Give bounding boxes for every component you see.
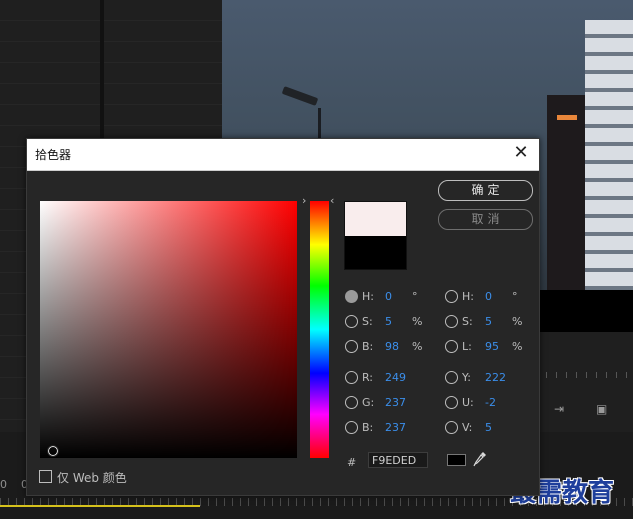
building-light — [557, 115, 577, 120]
param-label: R: — [362, 371, 374, 384]
param-value-input[interactable]: 0 — [485, 289, 492, 305]
param-value-input[interactable]: 5 — [385, 314, 392, 330]
radio-yuv-u[interactable] — [445, 396, 458, 409]
street-lamp-head — [281, 86, 319, 106]
insert-icon[interactable]: ⇥ — [554, 402, 564, 416]
param-hsb-s: S: 5 % — [345, 314, 435, 330]
param-rgb-r: R: 249 — [345, 370, 435, 386]
param-label: S: — [462, 315, 473, 328]
param-hsl-s: S: 5 % — [445, 314, 535, 330]
param-yuv-u: U: -2 — [445, 395, 535, 411]
dialog-title: 拾色器 — [35, 148, 72, 162]
building-silhouette — [547, 95, 589, 290]
original-color-swatch[interactable] — [344, 236, 407, 270]
param-hsb-h: H: 0 ° — [345, 289, 435, 305]
param-label: H: — [362, 290, 374, 303]
tower-building — [585, 20, 633, 290]
param-value-input[interactable]: 5 — [485, 420, 492, 436]
dialog-titlebar[interactable]: 拾色器 ✕ — [27, 139, 539, 171]
param-yuv-y: Y: 222 — [445, 370, 535, 386]
param-label: V: — [462, 421, 473, 434]
param-value-input[interactable]: 237 — [385, 420, 406, 436]
hue-slider[interactable] — [310, 201, 329, 458]
cancel-button[interactable]: 取消 — [438, 209, 533, 230]
param-label: H: — [462, 290, 474, 303]
hex-color-input[interactable]: F9EDED — [368, 452, 428, 468]
param-value-input[interactable]: 222 — [485, 370, 506, 386]
param-unit: % — [412, 340, 423, 353]
monitor-controls: ⇥ ▣ — [538, 332, 633, 432]
radio-hsb-h[interactable] — [345, 290, 358, 303]
radio-hsl-l[interactable] — [445, 340, 458, 353]
hex-symbol: # — [347, 456, 357, 469]
hue-slider-right-arrow-icon[interactable]: ‹ — [330, 194, 334, 207]
monitor-ruler[interactable] — [546, 372, 631, 378]
param-label: B: — [362, 421, 374, 434]
radio-hsb-s[interactable] — [345, 315, 358, 328]
param-value-input[interactable]: -2 — [485, 395, 496, 411]
param-unit: % — [512, 340, 523, 353]
saturation-brightness-field[interactable] — [40, 201, 297, 458]
eyedropper-icon[interactable] — [473, 451, 487, 467]
param-hsb-b: B: 98 % — [345, 339, 435, 355]
param-hsl-l: L: 95 % — [445, 339, 535, 355]
web-colors-only-label: 仅 Web 颜色 — [57, 471, 127, 485]
radio-hsl-h[interactable] — [445, 290, 458, 303]
param-hsl-h: H: 0 ° — [445, 289, 535, 305]
param-value-input[interactable]: 95 — [485, 339, 499, 355]
radio-hsb-b[interactable] — [345, 340, 358, 353]
param-unit: % — [512, 315, 523, 328]
param-value-input[interactable]: 0 — [385, 289, 392, 305]
param-value-input[interactable]: 98 — [385, 339, 399, 355]
param-value-input[interactable]: 237 — [385, 395, 406, 411]
param-unit: % — [412, 315, 423, 328]
timeline-time-label: 0 — [0, 478, 7, 491]
radio-yuv-y[interactable] — [445, 371, 458, 384]
param-yuv-v: V: 5 — [445, 420, 535, 436]
radio-yuv-v[interactable] — [445, 421, 458, 434]
ok-button[interactable]: 确定 — [438, 180, 533, 201]
app-stage: ⇥ ▣ 0 0 最需教育 拾色器 ✕ › ‹ 确定 取消 H: 0 ° S: 5… — [0, 0, 633, 519]
param-label: B: — [362, 340, 374, 353]
current-color-chip — [447, 454, 466, 466]
param-label: U: — [462, 396, 474, 409]
monitor-letterbox — [538, 290, 633, 332]
new-color-swatch — [344, 201, 407, 236]
param-rgb-b: B: 237 — [345, 420, 435, 436]
param-unit: ° — [512, 290, 518, 303]
param-rgb-g: G: 237 — [345, 395, 435, 411]
param-label: S: — [362, 315, 373, 328]
radio-rgb-g[interactable] — [345, 396, 358, 409]
close-icon[interactable]: ✕ — [511, 143, 531, 163]
radio-rgb-b[interactable] — [345, 421, 358, 434]
param-label: Y: — [462, 371, 471, 384]
param-value-input[interactable]: 249 — [385, 370, 406, 386]
param-label: G: — [362, 396, 375, 409]
param-value-input[interactable]: 5 — [485, 314, 492, 330]
param-label: L: — [462, 340, 472, 353]
web-colors-only-checkbox[interactable] — [39, 470, 52, 483]
hue-slider-left-arrow-icon[interactable]: › — [302, 194, 306, 207]
radio-hsl-s[interactable] — [445, 315, 458, 328]
color-field-cursor[interactable] — [47, 445, 59, 457]
param-unit: ° — [412, 290, 418, 303]
radio-rgb-r[interactable] — [345, 371, 358, 384]
color-picker-dialog: 拾色器 ✕ › ‹ 确定 取消 H: 0 ° S: 5 % B: 98 % R:… — [26, 138, 540, 496]
timeline-work-area-bar[interactable] — [0, 505, 200, 507]
lift-icon[interactable]: ▣ — [596, 402, 607, 416]
